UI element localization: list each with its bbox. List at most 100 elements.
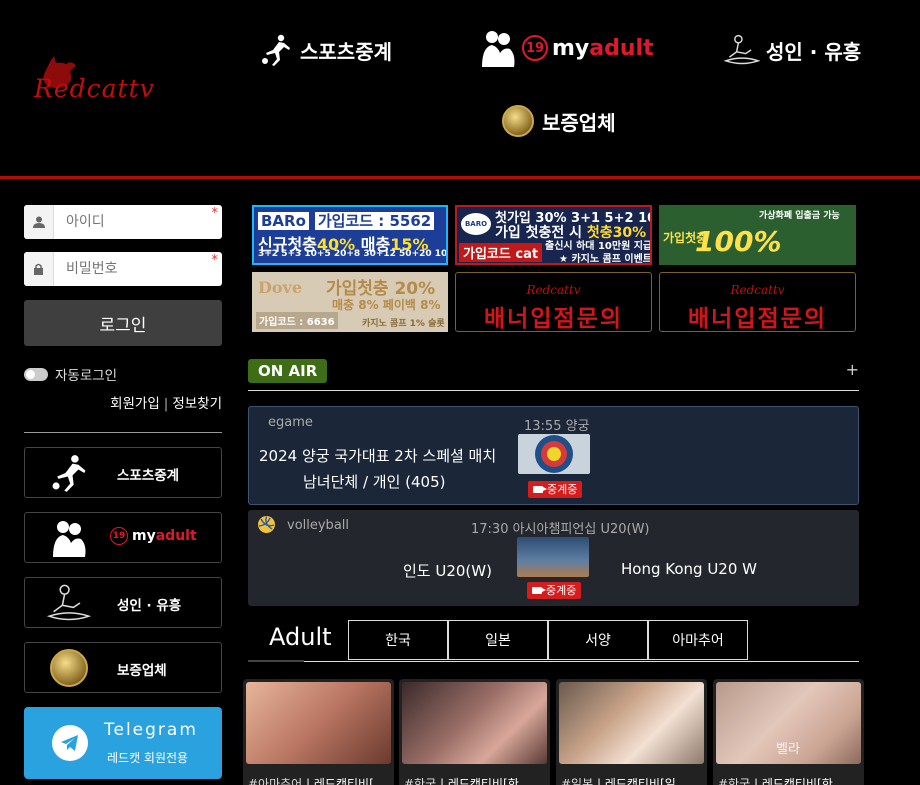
banner-dove-brand: Dove	[258, 278, 303, 297]
sidebar-sports-label: 스포츠중계	[117, 468, 180, 484]
banner-green-small: 가상화폐 입출금 가능	[759, 211, 840, 221]
inquiry-text: 배너입점문의	[484, 306, 623, 332]
archery-target-thumbnail	[518, 434, 590, 474]
video-card[interactable]: #아마추어 | 레드캣티비[...	[243, 679, 394, 785]
auto-login-toggle[interactable]: 자동로그인	[24, 364, 222, 384]
link-separator: |	[163, 396, 169, 412]
telegram-subtitle: 레드캣 회원전용	[107, 751, 189, 765]
auto-login-label: 자동로그인	[55, 368, 118, 384]
banner-baro2-line4: ★ 카지노 콤프 이벤트	[559, 254, 652, 265]
match-time: 17:30 아시아챔피언십 U20(W)	[471, 522, 650, 537]
myadult-wordmark: myadult	[132, 528, 197, 544]
banner-dove-line3: 카지노 콤프 1% 슬롯 콤프 1.8%	[362, 319, 448, 329]
myadult-19-badge: 19	[522, 35, 548, 61]
nav-sports-label: 스포츠중계	[300, 39, 392, 64]
camera-icon	[532, 587, 546, 594]
video-caption: #일본 | 레드캣티비[일...	[561, 777, 688, 785]
video-thumbnail	[559, 682, 704, 764]
site-logo[interactable]: Redcattv	[32, 56, 182, 112]
sidebar-guarantee-button[interactable]: 보증업체	[24, 642, 222, 693]
match-league: egame	[268, 415, 313, 430]
video-card[interactable]: #일본 | 레드캣티비[일...	[556, 679, 707, 785]
banner-baro-2[interactable]: BARO 첫가입 30% 3+1 5+2 10+3 가입 첫충전 시 첫충30%…	[455, 205, 652, 265]
match-subtitle: 남녀단체 / 개인 (405)	[303, 473, 446, 491]
sidebar-adult-entertainment-button[interactable]: 성인 · 유흥	[24, 577, 222, 628]
banner-inquiry-2[interactable]: Redcattv 배너입점문의	[659, 272, 856, 332]
video-caption: #아마추어 | 레드캣티비[...	[248, 777, 386, 785]
banner-dove[interactable]: Dove 가입첫충 20% 매충 8% 페이백 8% 가입코드 : 6636 카…	[252, 272, 448, 332]
volleyball-icon	[258, 516, 275, 533]
camera-icon	[533, 486, 547, 493]
nav-guarantee[interactable]: 보증업체	[500, 101, 616, 141]
live-badge: 중계중	[528, 481, 583, 498]
telegram-title: Telegram	[104, 720, 198, 740]
match-card-volleyball[interactable]: volleyball 17:30 아시아챔피언십 U20(W) 인도 U20(W…	[248, 510, 859, 606]
onair-more-button[interactable]: +	[846, 360, 859, 379]
banner-baro[interactable]: BARo 가입코드 : 5562 신규첫충40% 매충15% 3+2 5+3 1…	[252, 205, 448, 265]
nav-myadult[interactable]: 19 myadult	[480, 28, 654, 68]
video-caption: #한국 | 레드캣티비[한...	[404, 777, 531, 785]
adult-video-list: #아마추어 | 레드캣티비[... #한국 | 레드캣티비[한... #일본 |…	[243, 679, 865, 785]
banner-dove-line2: 매충 8% 페이백 8%	[332, 298, 441, 312]
onair-header: ON AIR +	[248, 358, 859, 391]
nav-adult-entertainment[interactable]: 성인 · 유흥	[724, 30, 861, 70]
sidebar: * * 로그인 자동로그인 회원가입|정보찾기 스포츠중계 19 myadult	[24, 205, 222, 779]
header-divider	[0, 176, 920, 179]
soccer-player-icon	[47, 452, 91, 494]
banner-baro-code: BARo 가입코드 : 5562	[258, 210, 435, 231]
required-mark: *	[211, 253, 219, 268]
match-away-team: Hong Kong U20 W	[621, 560, 757, 578]
logo-text: Redcattv	[34, 74, 155, 103]
sidebar-guarantee-label: 보증업체	[117, 663, 167, 679]
match-time: 13:55 양궁	[524, 419, 590, 434]
match-league: volleyball	[287, 518, 350, 533]
sidebar-sports-button[interactable]: 스포츠중계	[24, 447, 222, 498]
find-info-link[interactable]: 정보찾기	[172, 396, 222, 412]
banner-dove-code: 가입코드 : 6636	[256, 312, 338, 329]
couple-silhouette-icon	[480, 30, 516, 67]
banner-green[interactable]: 가입첫충 100% 가상화폐 입출금 가능	[659, 205, 856, 265]
adult-section-header: Adult 한국 일본 서양 아마추어	[248, 620, 859, 662]
inquiry-logo: Redcattv	[730, 283, 785, 297]
signup-link[interactable]: 회원가입	[110, 396, 160, 412]
massage-icon	[724, 32, 760, 68]
video-caption: #한국 | 레드캣티비[한...	[718, 777, 845, 785]
banner-baro2-code: 가입코드 cat	[459, 243, 543, 262]
password-input[interactable]	[54, 253, 214, 285]
nav-sports[interactable]: 스포츠중계	[258, 30, 392, 70]
video-thumbnail	[402, 682, 547, 764]
premium-badge-icon	[500, 103, 536, 139]
login-button[interactable]: 로그인	[24, 300, 222, 346]
toggle-switch[interactable]	[24, 367, 48, 381]
telegram-button[interactable]: Telegram 레드캣 회원전용	[24, 707, 222, 779]
user-icon	[24, 205, 54, 239]
couple-silhouette-icon	[47, 517, 91, 559]
nav-guarantee-label: 보증업체	[542, 110, 616, 135]
match-home-team: 인도 U20(W)	[403, 562, 492, 580]
live-badge: 중계중	[527, 582, 582, 599]
inquiry-logo: Redcattv	[526, 283, 581, 297]
sidebar-myadult-button[interactable]: 19 myadult	[24, 512, 222, 563]
tab-western[interactable]: 서양	[548, 620, 648, 660]
massage-icon	[47, 582, 91, 624]
tab-amateur[interactable]: 아마추어	[648, 620, 748, 660]
password-field[interactable]: *	[24, 252, 222, 286]
inquiry-text: 배너입점문의	[688, 306, 827, 332]
tab-korea[interactable]: 한국	[348, 620, 448, 660]
nav-adult-entertainment-label: 성인 · 유흥	[766, 39, 862, 64]
id-input[interactable]	[54, 206, 214, 238]
tab-japan[interactable]: 일본	[448, 620, 548, 660]
myadult-19-badge: 19	[110, 527, 128, 545]
myadult-wordmark: myadult	[552, 35, 654, 61]
auth-links: 회원가입 | 정보찾기	[24, 392, 222, 412]
video-card[interactable]: #한국 | 레드캣티비[한...	[399, 679, 550, 785]
volleyball-court-thumbnail	[517, 537, 589, 577]
banner-baro-small: 3+2 5+3 10+5 20+8 30+12 50+20 100+40 200…	[258, 249, 448, 259]
id-field[interactable]: *	[24, 205, 222, 239]
match-card-archery[interactable]: egame 13:55 양궁 2024 양궁 국가대표 2차 스페셜 매치 남녀…	[248, 406, 859, 505]
sidebar-divider	[24, 432, 222, 433]
video-card[interactable]: 벨라 #한국 | 레드캣티비[한...	[713, 679, 864, 785]
banner-inquiry-1[interactable]: Redcattv 배너입점문의	[455, 272, 652, 332]
adult-section-title: Adult	[269, 623, 332, 651]
adult-title-underline	[248, 660, 304, 662]
